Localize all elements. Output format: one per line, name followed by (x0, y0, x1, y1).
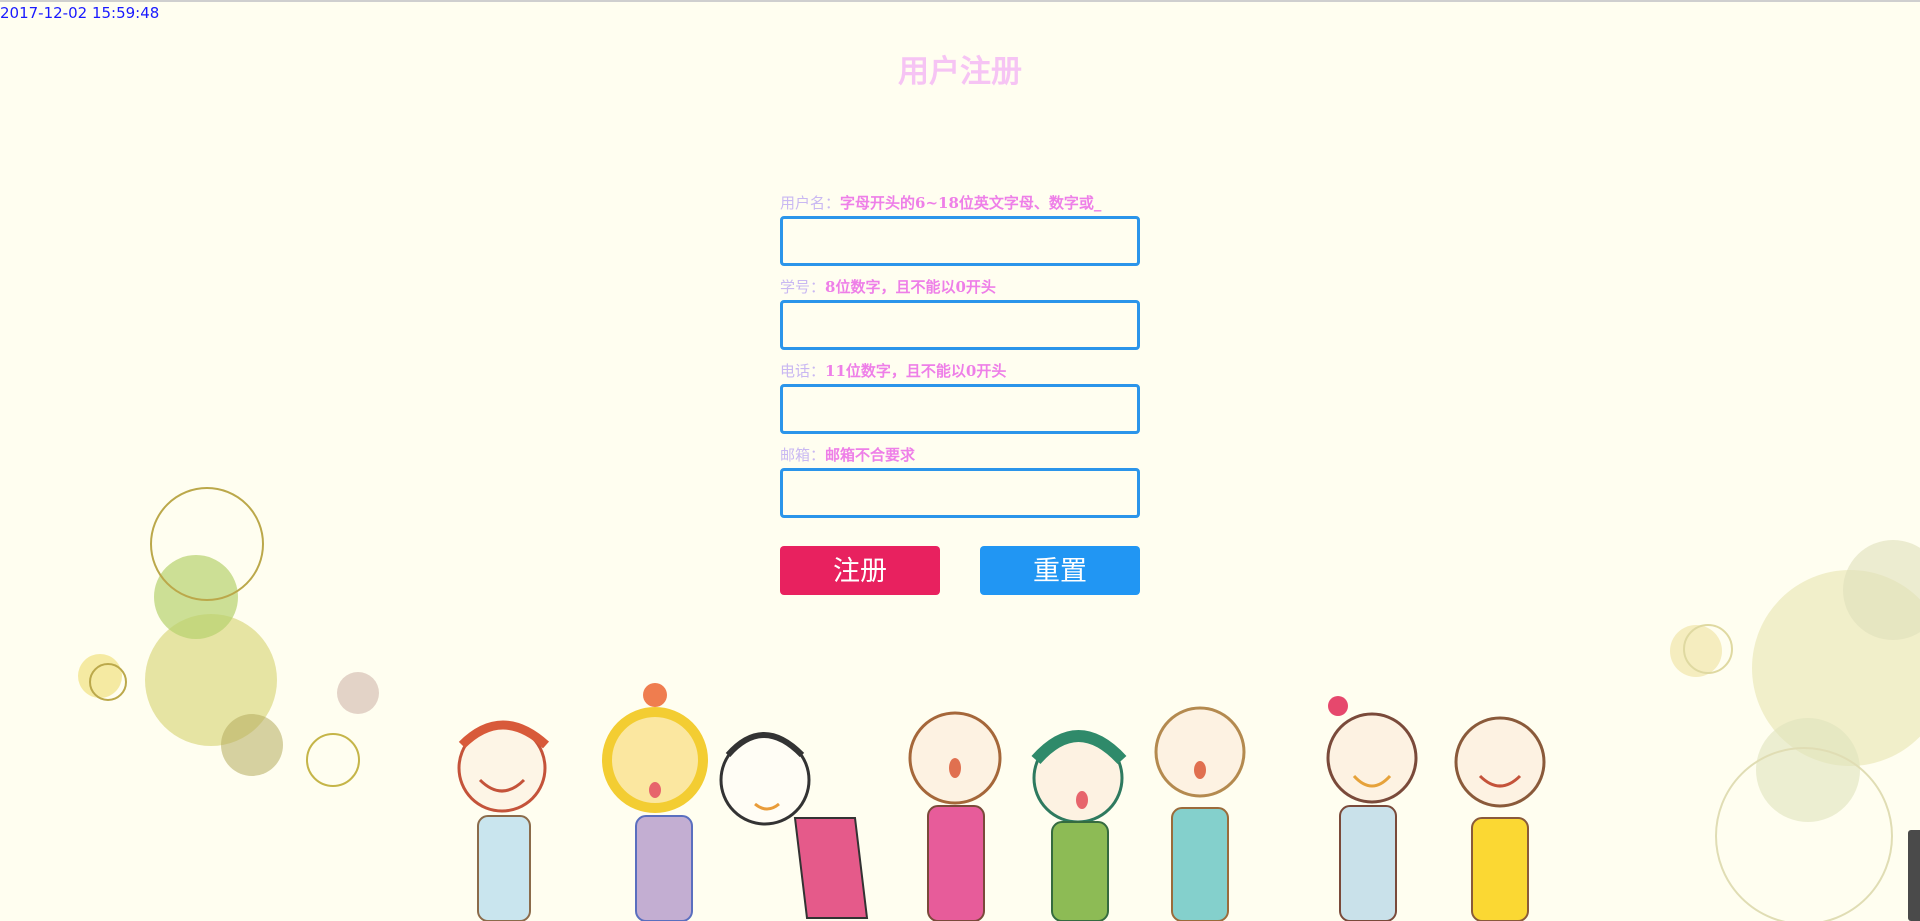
student-id-label-text: 学号： (780, 278, 826, 296)
student-id-label: 学号：8位数字，且不能以0开头 (780, 277, 1140, 297)
email-input[interactable] (780, 468, 1140, 518)
child-8 (1454, 716, 1546, 921)
page-title: 用户注册 (898, 54, 1022, 90)
email-label-text: 邮箱： (780, 446, 826, 464)
registration-form: 用户名：字母开头的6~18位英文字母、数字或_ 学号：8位数字，且不能以0开头 … (780, 193, 1140, 529)
username-hint: 字母开头的6~18位英文字母、数字或_ (840, 194, 1102, 212)
phone-label: 电话：11位数字，且不能以0开头 (780, 361, 1140, 381)
student-id-input[interactable] (780, 300, 1140, 350)
phone-hint: 11位数字，且不能以0开头 (825, 362, 1007, 380)
child-1 (457, 720, 550, 921)
username-input[interactable] (780, 216, 1140, 266)
username-label-text: 用户名： (780, 194, 841, 212)
child-5 (1031, 730, 1127, 921)
scrollbar-thumb[interactable] (1908, 830, 1920, 921)
email-hint: 邮箱不合要求 (825, 446, 916, 464)
student-id-hint: 8位数字，且不能以0开头 (825, 278, 996, 296)
phone-label-text: 电话： (780, 362, 826, 380)
child-4 (908, 711, 1002, 921)
username-label: 用户名：字母开头的6~18位英文字母、数字或_ (780, 193, 1140, 213)
datetime-display: 2017-12-02 15:59:48 (0, 4, 160, 22)
register-button[interactable]: 注册 (780, 546, 940, 595)
email-label: 邮箱：邮箱不合要求 (780, 445, 1140, 465)
top-border (0, 0, 1920, 2)
child-7 (1326, 696, 1418, 921)
child-6 (1154, 706, 1246, 921)
phone-input[interactable] (780, 384, 1140, 434)
reset-button[interactable]: 重置 (980, 546, 1140, 595)
child-3 (719, 732, 869, 919)
child-2 (602, 683, 708, 921)
